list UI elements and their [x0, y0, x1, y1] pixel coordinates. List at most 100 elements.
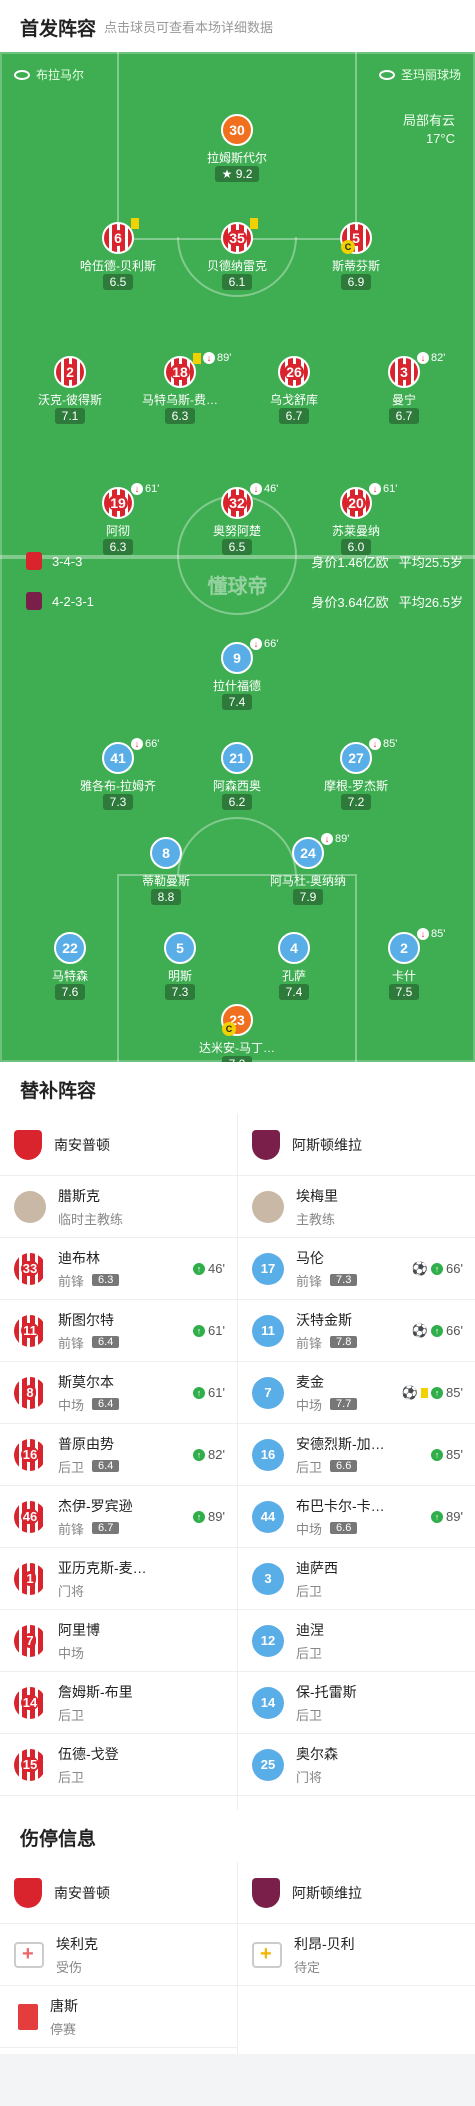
injury-grid: 南安普顿 阿斯顿维拉 埃利克受伤 利昂-贝利待定 唐斯停赛 [0, 1862, 475, 2054]
home-player[interactable]: 35 贝德纳雷克 6.1 [182, 218, 292, 291]
jersey-icon: 16 [14, 1438, 46, 1471]
away-player[interactable]: 21 阿森西奥 6.2 [182, 742, 292, 811]
home-sub-row[interactable]: 16 普原由势 后卫 6.4 ↑ 82' [0, 1424, 237, 1486]
venue-left-label: 布拉马尔 [36, 68, 85, 82]
sub-events: ↑ 89' [193, 1509, 225, 1524]
injury-away-team[interactable]: 阿斯顿维拉 [238, 1862, 475, 1924]
lineup-header: 首发阵容 点击球员可查看本场详细数据 [0, 0, 475, 52]
home-player[interactable]: 26 乌戈舒库 6.7 [239, 356, 349, 425]
sub-on-time: 85' [446, 1447, 463, 1462]
home-sub-row[interactable]: 33 迪布林 前锋 6.3 ↑ 46' [0, 1238, 237, 1300]
sub-time: 66' [264, 638, 279, 650]
jersey-icon: 2 [388, 932, 420, 964]
away-coach-row[interactable]: 埃梅里 主教练 [238, 1176, 475, 1238]
rating-value: 6.3 [171, 409, 189, 423]
rating-value: 6.7 [285, 409, 303, 423]
jersey-number: 25 [260, 1757, 276, 1772]
sub-position: 后卫 [58, 1707, 85, 1723]
sub-on-icon: ↑ [431, 1262, 444, 1275]
jersey-number: 44 [260, 1509, 276, 1524]
away-player[interactable]: 22 马特森 7.6 [15, 932, 125, 1001]
southampton-crest-icon [14, 1877, 42, 1908]
home-coach-row[interactable]: 腊斯克 临时主教练 [0, 1176, 237, 1238]
home-sub-row[interactable]: 1 亚历克斯-麦… 门将 [0, 1548, 237, 1610]
sub-name: 迪涅 [296, 1621, 324, 1638]
sub-name: 阿里博 [58, 1621, 100, 1638]
injury-section-header: 伤停信息 [0, 1810, 475, 1862]
away-sub-row[interactable]: 3 迪萨西 后卫 [238, 1548, 475, 1610]
rating-value: 7.6 [61, 985, 79, 999]
injury-home-team-name: 南安普顿 [54, 1884, 110, 1901]
sub-name: 迪萨西 [296, 1559, 338, 1576]
injury-home-0[interactable]: 埃利克受伤 [0, 1924, 237, 1986]
away-sub-row[interactable]: 25 奥尔森 门将 [238, 1734, 475, 1796]
sub-off-icon: ↓ [417, 352, 429, 364]
player-rating: 6.3 [102, 539, 134, 555]
away-player[interactable]: 9 ↓ 66' 拉什福德 7.4 [182, 638, 292, 711]
player-name: 马特乌斯-费… [142, 393, 218, 407]
home-sub-row[interactable]: 14 詹姆斯-布里 后卫 [0, 1672, 237, 1734]
player-rating: 6.7 [278, 408, 310, 424]
away-sub-row[interactable]: 14 保-托雷斯 后卫 [238, 1672, 475, 1734]
away-player[interactable]: 2 ↓ 85' 卡什 7.5 [349, 928, 459, 1001]
away-sub-row[interactable]: 11 沃特金斯 前锋 7.8 ⚽ ↑ 66' [238, 1300, 475, 1362]
away-player[interactable]: 27 ↓ 85' 摩根-罗杰斯 7.2 [301, 738, 411, 811]
jersey-icon: 25 [252, 1748, 284, 1781]
home-sub-row[interactable]: 8 斯莫尔本 中场 6.4 ↑ 61' [0, 1362, 237, 1424]
sub-on-icon: ↑ [431, 1510, 444, 1523]
home-sub-row[interactable]: 46 杰伊-罗宾逊 前锋 6.7 ↑ 89' [0, 1486, 237, 1548]
away-player[interactable]: 8 蒂勒曼斯 8.8 [111, 837, 221, 906]
away-player[interactable]: 4 孔萨 7.4 [239, 932, 349, 1001]
jersey-icon: 24 [292, 837, 324, 869]
ball-icon: ⚽ [401, 1384, 419, 1400]
away-sub-row[interactable]: 16 安德烈斯-加… 后卫 6.6 ↑ 85' [238, 1424, 475, 1486]
away-sub-row[interactable]: 7 麦金 中场 7.7 ⚽ ↑ 85' [238, 1362, 475, 1424]
home-player[interactable]: 32 ↓ 46' 奥努阿楚 6.5 [182, 483, 292, 556]
away-sub-row[interactable]: 17 马伦 前锋 7.3 ⚽ ↑ 66' [238, 1238, 475, 1300]
southampton-crest-icon [26, 552, 42, 570]
home-player[interactable]: 30 拉姆斯代尔 ★ 9.2 [182, 114, 292, 183]
sub-on-time: 66' [446, 1261, 463, 1276]
sub-rating: 7.8 [330, 1336, 358, 1348]
home-sub-row[interactable]: 7 阿里博 中场 [0, 1610, 237, 1672]
away-sub-row[interactable]: 44 布巴卡尔-卡… 中场 6.6 ↑ 89' [238, 1486, 475, 1548]
sub-on-icon: ↑ [193, 1386, 206, 1399]
home-player[interactable]: 5 C 斯蒂芬斯 6.9 [301, 222, 411, 291]
injury-home-1[interactable]: 唐斯 停赛 [0, 1986, 237, 2048]
sub-position: 中场 [58, 1397, 85, 1413]
sub-name: 安德烈斯-加… [296, 1435, 385, 1452]
player-rating: ★ 9.2 [214, 166, 260, 182]
sub-on-icon: ↑ [431, 1386, 444, 1399]
home-player[interactable]: 19 ↓ 61' 阿彻 6.3 [63, 483, 173, 556]
home-player[interactable]: 6 哈伍德-贝利斯 6.5 [63, 218, 173, 291]
away-sub-row[interactable]: 12 迪涅 后卫 [238, 1610, 475, 1672]
jersey-icon: 15 [14, 1748, 46, 1781]
home-team-row[interactable]: 南安普顿 [0, 1114, 237, 1176]
captain-icon: C [341, 240, 355, 254]
home-player[interactable]: 20 ↓ 61' 苏莱曼纳 6.0 [301, 483, 411, 556]
sub-on-time: 46' [208, 1261, 225, 1276]
weather-label: 局部有云 [402, 113, 455, 128]
away-player[interactable]: 5 明斯 7.3 [125, 932, 235, 1001]
injury-away-0[interactable]: 利昂-贝利待定 [238, 1924, 475, 1986]
injury-away-team-name: 阿斯顿维拉 [292, 1884, 362, 1901]
home-sub-row[interactable]: 11 斯图尔特 前锋 6.4 ↑ 61' [0, 1300, 237, 1362]
sub-name: 布巴卡尔-卡… [296, 1497, 385, 1514]
player-events: ↓ 46' [250, 483, 278, 495]
home-player[interactable]: 2 沃克-彼得斯 7.1 [15, 356, 125, 425]
away-player[interactable]: 41 ↓ 66' 雅各布-拉姆齐 7.3 [63, 738, 173, 811]
player-rating: 7.6 [54, 984, 86, 1000]
injury-status: 待定 [294, 1959, 321, 1975]
home-player[interactable]: 18 ↓ 89' 马特乌斯-费… 6.3 [125, 352, 235, 425]
injury-home-team[interactable]: 南安普顿 [0, 1862, 237, 1924]
sub-on-time: 66' [446, 1323, 463, 1338]
sub-name: 斯图尔特 [58, 1311, 114, 1328]
home-sub-row[interactable]: 15 伍德-戈登 后卫 [0, 1734, 237, 1796]
sub-events: ↑ 46' [193, 1261, 225, 1276]
jersey-icon: 21 [221, 742, 253, 774]
away-player[interactable]: 24 ↓ 89' 阿马杜-奥纳纳 7.9 [253, 833, 363, 906]
home-player[interactable]: 3 ↓ 82' 曼宁 6.7 [349, 352, 459, 425]
away-player[interactable]: 23C达米安-马丁…7.2 [182, 1004, 292, 1062]
away-team-row[interactable]: 阿斯顿维拉 [238, 1114, 475, 1176]
jersey-icon: 32 [221, 487, 253, 519]
